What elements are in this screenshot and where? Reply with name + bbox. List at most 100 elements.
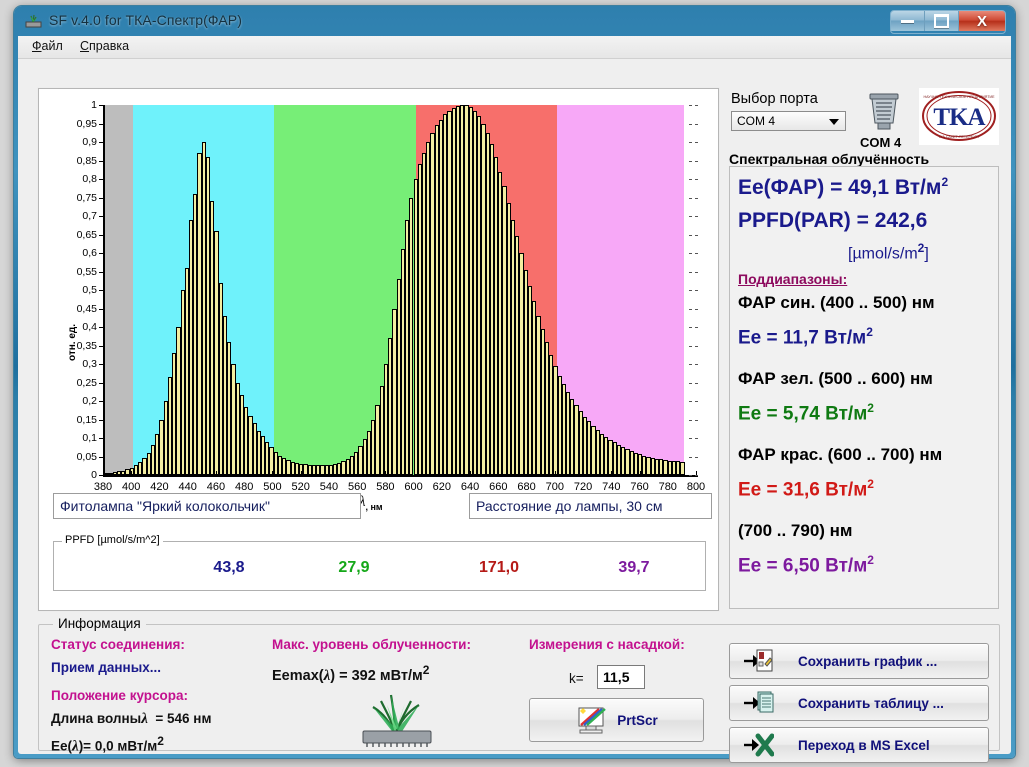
maximize-button[interactable] [925,11,959,31]
ppfd-value: 171,0 [478,559,520,576]
x-tick-mark [159,471,161,475]
ppfd-units: [µmol/s/m2] [848,241,929,263]
subrange-value-sup: 2 [867,553,874,567]
save-chart-button[interactable]: Сохранить график ... [729,643,989,679]
close-button[interactable]: X [959,11,1005,31]
x-tick-mark [441,471,443,475]
close-icon: X [976,12,987,30]
x-tick-label: 500 [263,481,282,493]
y-tick-label: 0,85 [76,154,97,167]
com-port-status: COM 4 [860,135,902,150]
x-tick-mark [667,471,669,475]
window-title: SF v.4.0 for ТКА-Спектр(ФАР) [49,12,243,28]
lambda-symbol-ee: λ [72,738,79,755]
ee-par-sup: 2 [941,175,949,189]
x-tick-mark [611,471,613,475]
x-tick-mark [413,471,415,475]
x-tick-label: 780 [658,481,677,493]
x-tick-mark [131,471,133,475]
x-tick-label: 580 [376,481,395,493]
ppfd-value: 39,7 [618,559,650,576]
subrange-value-sup: 2 [866,325,873,339]
y-tick-mark [99,345,103,347]
grid-line [689,290,698,291]
subrange-name: (700 .. 790) нм [738,521,853,540]
x-tick-mark [187,471,189,475]
nozzle-label: Измерения с насадкой: [529,637,685,652]
x-tick-mark [470,471,472,475]
port-label: Выбор порта [731,91,818,107]
max-irradiance-label: Макс. уровень облученности: [272,637,471,652]
subrange-value-sup: 2 [867,401,874,415]
x-tick-label: 600 [404,481,423,493]
cursor-wavelength: Длина волныλ = 546 нм [51,711,211,728]
x-tick-label: 400 [122,481,141,493]
y-tick-mark [99,419,103,421]
subranges-label: Поддиапазоны: [738,271,848,287]
com-port-select[interactable]: COM 4 [731,111,846,131]
y-tick-mark [99,382,103,384]
ppfd-par-value: PPFD(PAR) = 242,6 [738,209,928,232]
max-irradiance-value: Eemax(λ) = 392 мВт/м2 [272,663,429,685]
grid-line [689,456,698,458]
y-tick-label: 0,6 [82,247,97,259]
menu-item-help-rest: правка [89,39,130,53]
subrange-value: Ee = 31,6 Вт/м2 [738,477,874,501]
y-tick-label: 0 [91,469,97,481]
subrange-value-sup: 2 [867,477,874,491]
y-tick-mark [99,234,103,236]
menu-item-file[interactable]: Файл [32,39,63,53]
x-tick-mark [639,471,641,475]
y-tick-label: 0,2 [82,395,97,407]
y-axis-label: отн. ед. [67,323,78,361]
x-tick-label: 420 [150,481,169,493]
subrange-name: ФАР син. (400 .. 500) нм [738,293,935,312]
max-value-sup: 2 [422,663,430,677]
distance-field[interactable]: Расстояние до лампы, 30 см [469,493,712,519]
x-tick-mark [215,471,217,475]
action-button-label: Сохранить таблицу ... [798,695,944,711]
y-tick-label: 0,75 [76,191,97,204]
connection-status-label: Статус соединения: [51,637,185,652]
max-value-pre: Eemax( [272,667,324,684]
save-table-icon [744,690,778,716]
x-tick-mark [328,471,330,475]
chart-axes[interactable] [103,105,698,477]
ppfd-units-end: ] [924,245,929,263]
y-tick-mark [99,197,103,199]
grid-line [689,401,698,402]
plant-chip-icon [362,694,432,747]
grid-line [689,364,698,365]
x-tick-mark [103,471,104,475]
tka-logo: TKA НАУЧНО-ТЕХНИЧЕСКОЕ ПРЕДПРИЯТИЕ ТКА С… [919,88,999,145]
x-tick-mark [696,471,697,475]
y-tick-mark [99,253,103,254]
ppfd-units-text: [µmol/s/m [848,245,918,263]
client-area: Файл Справка 0 0,05 0,1 0,15 0,2 0,25 0,3 0,35 0… [18,36,1011,763]
x-tick-label: 680 [517,481,536,493]
lamp-name-field[interactable]: Фитолампа "Яркий колокольчик" [53,493,361,519]
k-label: k= [569,671,584,686]
serial-port-icon [869,93,899,130]
prtscr-button[interactable]: PrtScr [529,698,704,742]
x-tick-label: 720 [573,481,593,493]
k-value-field[interactable]: 11,5 [597,665,645,689]
subrange-value-text: Ee = 31,6 Вт/м [738,479,868,501]
x-tick-label: 440 [178,481,197,493]
ee-cursor-label: Ee( [51,738,73,754]
grid-line [689,327,698,328]
subrange-name: ФАР крас. (600 .. 700) нм [738,445,943,464]
menu-bar: Файл Справка [18,36,1011,59]
open-in-excel-button[interactable]: Переход в MS Excel [729,727,989,763]
x-tick-mark [272,471,274,475]
save-table-button[interactable]: Сохранить таблицу ... [729,685,989,721]
subrange-value-text: Ee = 6,50 Вт/м [738,555,868,577]
x-axis-units: , нм [365,501,383,512]
y-tick-label: 0,1 [82,432,97,444]
x-tick-label: 380 [93,481,113,493]
x-tick-mark [554,471,556,475]
minimize-button[interactable] [891,11,925,31]
x-tick-mark [583,471,585,475]
menu-item-help[interactable]: Справка [80,39,129,53]
y-tick-label: 0,55 [76,265,97,278]
